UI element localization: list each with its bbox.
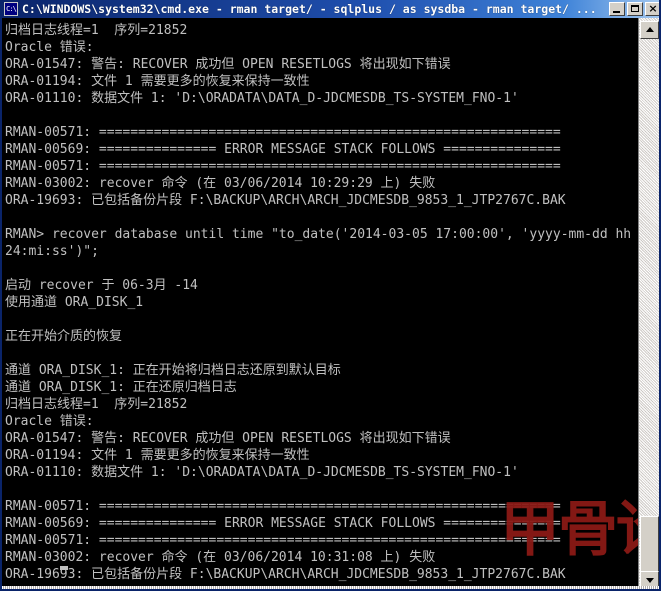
console-line: RMAN-00569: =============== ERROR MESSAG… bbox=[5, 142, 561, 157]
console-output[interactable]: 归档日志线程=1 序列=21852 Oracle 错误: ORA-01547: 警告… bbox=[2, 18, 642, 589]
console-line: RMAN-00571: ============================… bbox=[5, 499, 561, 514]
console-line: 归档日志线程=1 序列=21852 bbox=[5, 23, 188, 38]
console-line: RMAN-00571: ============================… bbox=[5, 533, 561, 548]
chevron-up-icon bbox=[645, 27, 654, 32]
console-line: ORA-19693: 已包括备份片段 F:\BACKUP\ARCH\ARCH_J… bbox=[5, 193, 566, 208]
console-line: ORA-01194: 文件 1 需要更多的恢复来保持一致性 bbox=[5, 74, 310, 89]
console-line: 正在开始介质的恢复 bbox=[5, 329, 123, 344]
console-line: 启动 recover 于 06-3月 -14 bbox=[5, 278, 198, 293]
close-button[interactable]: × bbox=[645, 2, 659, 16]
maximize-restore-button[interactable] bbox=[627, 2, 643, 16]
console-line: 通道 ORA_DISK_1: 正在开始将归档日志还原到默认目标 bbox=[5, 363, 341, 378]
console-line: RMAN-03002: recover 命令 (在 03/06/2014 10:… bbox=[5, 550, 436, 565]
console-window: C:\ C:\WINDOWS\system32\cmd.exe - rman t… bbox=[0, 0, 661, 591]
console-line: Oracle 错误: bbox=[5, 414, 94, 429]
console-line: ORA-19693: 已包括备份片段 F:\BACKUP\ARCH\ARCH_J… bbox=[5, 567, 566, 582]
title-bar[interactable]: C:\ C:\WINDOWS\system32\cmd.exe - rman t… bbox=[2, 0, 659, 18]
console-line: Oracle 错误: bbox=[5, 40, 94, 55]
console-line: RMAN-00569: =============== ERROR MESSAG… bbox=[5, 516, 561, 531]
console-line: 归档日志线程=1 序列=21852 bbox=[5, 397, 188, 412]
console-line: RMAN-00571: ============================… bbox=[5, 159, 561, 174]
minimize-button[interactable] bbox=[609, 2, 625, 16]
text-cursor bbox=[60, 566, 68, 570]
vertical-scrollbar[interactable] bbox=[638, 18, 659, 589]
console-line: ORA-01194: 文件 1 需要更多的恢复来保持一致性 bbox=[5, 448, 310, 463]
console-line: ORA-01110: 数据文件 1: 'D:\ORADATA\DATA_D-JD… bbox=[5, 91, 519, 106]
console-line: ORA-01547: 警告: RECOVER 成功但 OPEN RESETLOG… bbox=[5, 57, 451, 72]
window-title: C:\WINDOWS\system32\cmd.exe - rman targe… bbox=[22, 2, 597, 16]
chevron-down-icon bbox=[645, 578, 654, 583]
console-line: 使用通道 ORA_DISK_1 bbox=[5, 295, 144, 310]
console-line: ORA-01110: 数据文件 1: 'D:\ORADATA\DATA_D-JD… bbox=[5, 465, 519, 480]
console-line: ORA-01547: 警告: RECOVER 成功但 OPEN RESETLOG… bbox=[5, 431, 451, 446]
system-menu-icon[interactable]: C:\ bbox=[4, 2, 18, 16]
console-line: 24:mi:ss')"; bbox=[5, 244, 99, 259]
scroll-up-button[interactable] bbox=[640, 21, 659, 39]
console-line: RMAN-03002: recover 命令 (在 03/06/2014 10:… bbox=[5, 176, 436, 191]
console-line: RMAN-00571: ============================… bbox=[5, 125, 561, 140]
console-line: RMAN> recover database until time "to_da… bbox=[5, 227, 632, 242]
window-bottom-edge bbox=[2, 586, 659, 589]
console-line: 通道 ORA_DISK_1: 正在还原归档日志 bbox=[5, 380, 237, 395]
